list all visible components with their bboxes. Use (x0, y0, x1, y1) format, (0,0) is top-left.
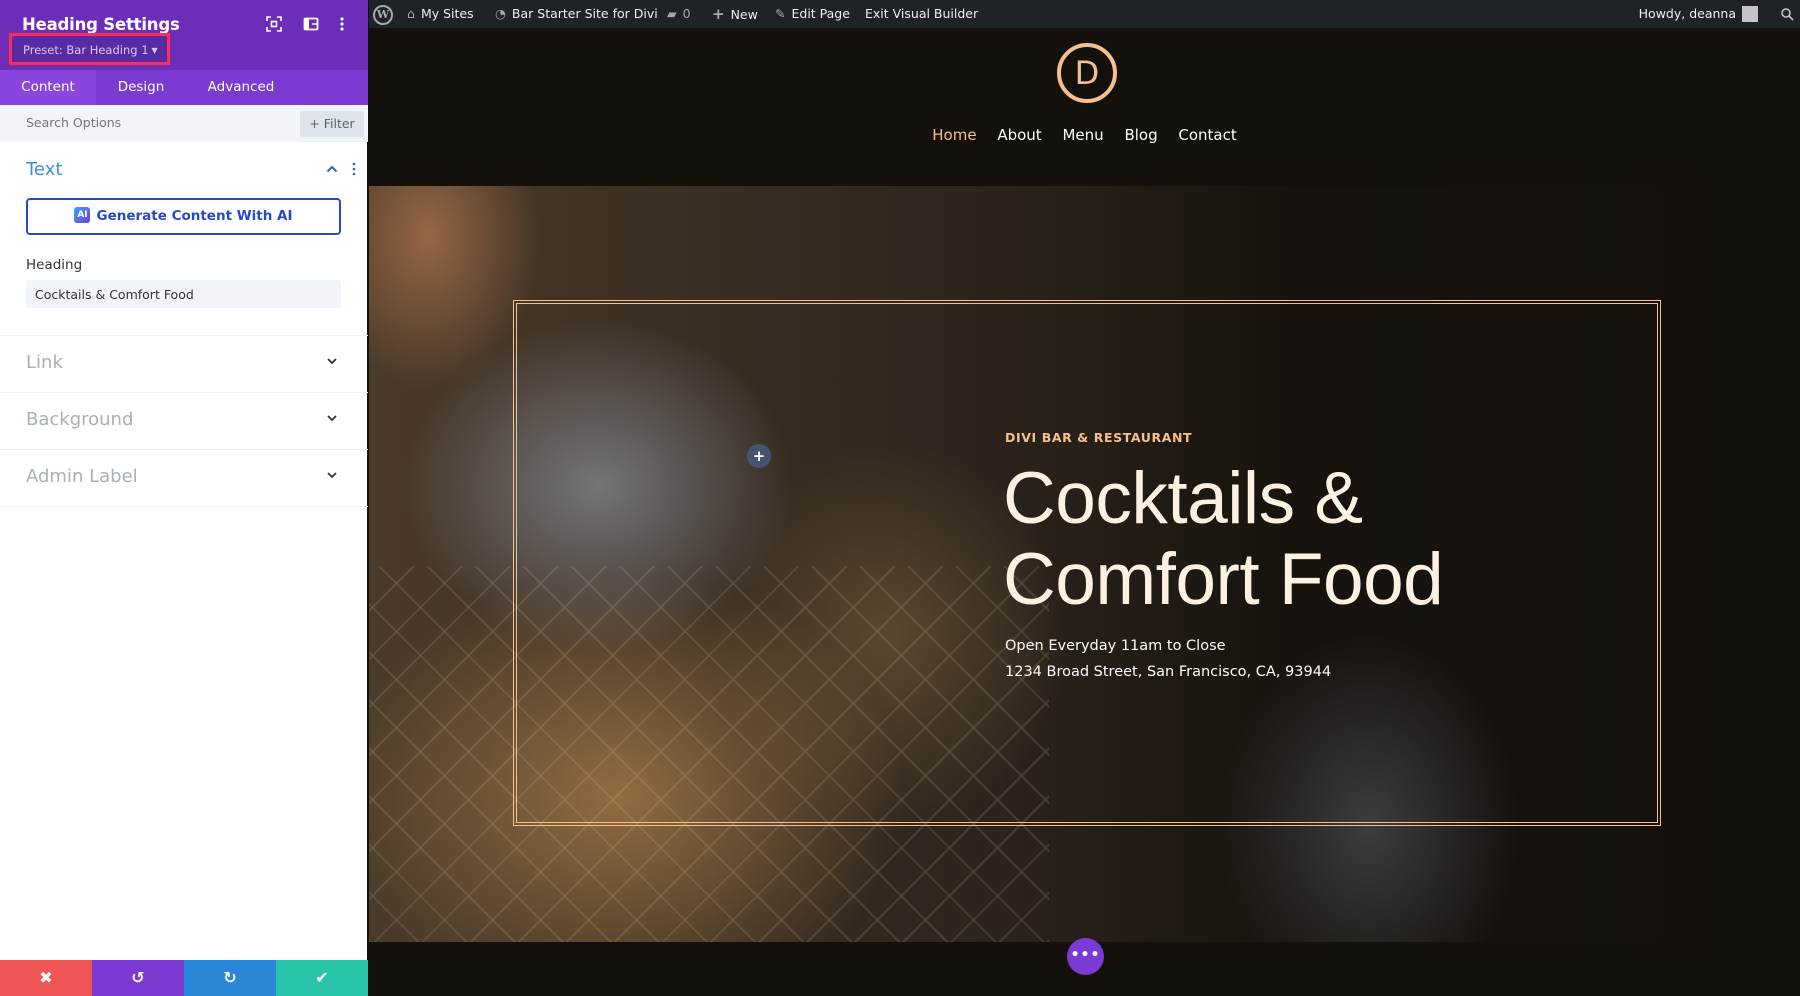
wordpress-menu[interactable]: W (373, 0, 393, 28)
panel-header: Heading Settings Preset: Bar Heading 1 ▼ (0, 0, 368, 70)
settings-panel: Heading Settings Preset: Bar Heading 1 ▼ … (0, 0, 368, 996)
redo-icon: ↻ (223, 968, 237, 987)
chevron-down-icon[interactable] (326, 411, 338, 425)
cancel-button[interactable]: ✖ (0, 960, 92, 996)
avatar (1742, 5, 1758, 22)
wp-admin-bar: W ⌂ My Sites ◔ Bar Starter Site for Divi ▰… (369, 0, 1800, 28)
site-preview: D Home About Menu Blog Contact + DIVI BA… (369, 28, 1800, 996)
chevron-down-icon[interactable] (326, 468, 338, 482)
section-background[interactable]: Background (0, 393, 368, 450)
section-admin-label-title: Admin Label (26, 466, 138, 487)
hero-heading-line1: Cocktails & (1003, 458, 1363, 539)
section-admin-label[interactable]: Admin Label (0, 450, 368, 507)
section-link[interactable]: Link (0, 336, 368, 393)
main-navigation: Home About Menu Blog Contact (369, 126, 1800, 144)
search-icon[interactable] (1781, 0, 1794, 28)
undo-icon: ↺ (131, 968, 145, 987)
nav-home[interactable]: Home (932, 126, 976, 144)
section-link-title: Link (26, 352, 63, 373)
search-row: + Filter (0, 105, 368, 142)
hero-section: + DIVI BAR & RESTAURANT Cocktails & Comf… (369, 186, 1800, 942)
more-options-icon[interactable] (334, 16, 350, 32)
hero-heading-line2: Comfort Food (1003, 539, 1444, 620)
comment-icon: ▰ (667, 6, 677, 21)
heading-input[interactable] (26, 280, 341, 308)
save-button[interactable]: ✔ (276, 960, 368, 996)
site-name-label: Bar Starter Site for Divi (511, 6, 658, 21)
nav-contact[interactable]: Contact (1178, 126, 1236, 144)
focus-icon[interactable] (266, 16, 282, 32)
undo-button[interactable]: ↺ (92, 960, 184, 996)
site-name-menu[interactable]: ◔ Bar Starter Site for Divi (495, 0, 658, 28)
nav-blog[interactable]: Blog (1124, 126, 1157, 144)
hero-address: 1234 Broad Street, San Francisco, CA, 93… (1005, 664, 1332, 680)
close-icon: ✖ (39, 968, 53, 987)
page-settings-button[interactable]: ••• (1067, 938, 1104, 975)
panel-footer: ✖ ↺ ↻ ✔ (0, 960, 368, 996)
chevron-down-icon[interactable] (326, 354, 338, 368)
tab-design[interactable]: Design (96, 70, 186, 105)
section-more-icon[interactable] (352, 162, 356, 180)
hero-heading[interactable]: Cocktails & Comfort Food (1003, 458, 1523, 620)
dashboard-icon: ◔ (495, 6, 506, 21)
edit-page-label: Edit Page (791, 6, 850, 21)
plus-icon: + (712, 5, 725, 23)
section-text: Text AI Generate Content With AI Heading (0, 142, 368, 336)
preset-label-text: Preset: Bar Heading 1 (23, 43, 149, 57)
tab-content[interactable]: Content (0, 70, 96, 105)
chevron-up-icon[interactable] (326, 162, 338, 178)
pencil-icon: ✎ (775, 6, 786, 21)
edit-page-link[interactable]: ✎ Edit Page (775, 0, 850, 28)
my-sites-icon: ⌂ (407, 6, 415, 21)
section-background-title: Background (26, 409, 134, 430)
section-text-title[interactable]: Text (26, 159, 62, 180)
preset-selector[interactable]: Preset: Bar Heading 1 ▼ (9, 33, 170, 65)
nav-about[interactable]: About (997, 126, 1041, 144)
comments-count: 0 (682, 6, 691, 21)
preset-label: Preset: Bar Heading 1 ▼ (23, 43, 158, 57)
search-options-input[interactable] (26, 115, 226, 130)
panel-tabs: Content Design Advanced (0, 70, 368, 105)
add-module-button[interactable]: + (747, 444, 771, 468)
site-logo[interactable]: D (1057, 43, 1117, 103)
exit-visual-builder-link[interactable]: Exit Visual Builder (865, 0, 978, 28)
my-sites-label: My Sites (420, 6, 474, 21)
checkmark-icon: ✔ (315, 968, 329, 987)
heading-field-label: Heading (26, 257, 83, 273)
ai-button-label: Generate Content With AI (96, 208, 293, 224)
split-view-icon[interactable] (303, 16, 319, 32)
generate-ai-content-button[interactable]: AI Generate Content With AI (26, 198, 341, 235)
howdy-label: Howdy, deanna (1638, 6, 1736, 21)
filter-button[interactable]: + Filter (300, 111, 364, 137)
new-content-menu[interactable]: + New (712, 0, 758, 28)
account-menu[interactable]: Howdy, deanna (1639, 0, 1758, 28)
tab-advanced[interactable]: Advanced (186, 70, 296, 105)
ai-icon: AI (74, 207, 91, 223)
new-label: New (730, 7, 758, 22)
comments-link[interactable]: ▰ 0 (667, 0, 691, 28)
wordpress-logo-icon: W (373, 5, 393, 25)
nav-menu[interactable]: Menu (1062, 126, 1103, 144)
panel-title: Heading Settings (22, 15, 180, 34)
my-sites-menu[interactable]: ⌂ My Sites (407, 0, 474, 28)
caret-down-icon: ▼ (151, 46, 158, 55)
hero-eyebrow: DIVI BAR & RESTAURANT (1005, 430, 1193, 445)
redo-button[interactable]: ↻ (184, 960, 276, 996)
hero-hours: Open Everyday 11am to Close (1005, 638, 1226, 654)
